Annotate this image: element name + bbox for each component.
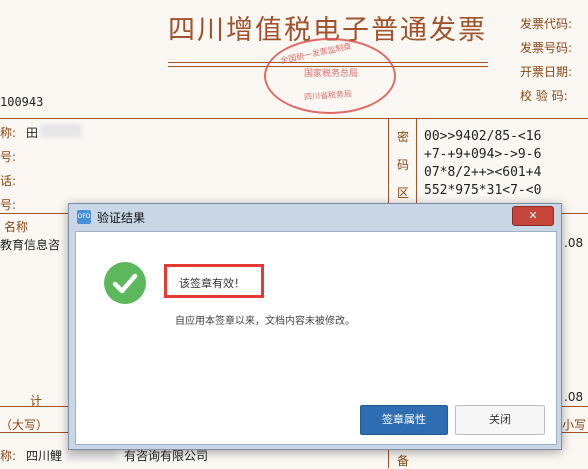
grid-top-line [0,118,588,119]
seller-name-label: 称: [0,449,17,463]
cipher-line-3: 07*8/2++><601+4 [424,165,542,180]
amount-small-label: 小写 [562,418,587,432]
seal-top-text: 全国统一发票监制章 [279,41,353,66]
remarks-label: 备 [397,454,410,468]
cipher-line-4: 552*975*31<7-<0 [424,183,542,198]
cipher-line-1: 00>>9402/85-<16 [424,129,542,144]
ofd-app-icon: OFD [77,210,91,224]
redacted-buyer-name [40,124,82,138]
amount-in-words-label: （大写） [0,418,49,432]
buyer-account-label: 号: [0,198,17,212]
cipher-label-2: 码 [397,158,410,172]
dialog-titlebar[interactable]: OFD 验证结果 ✕ [69,204,561,230]
close-button[interactable]: 关闭 [455,405,545,435]
buyer-name-label: 称: [0,126,17,140]
tax-seal: 全国统一发票监制章 国家税务总局 四川省税务局 [264,38,396,114]
total-label: 计 [30,394,43,408]
success-check-icon [104,262,146,304]
signature-properties-button[interactable]: 签章属性 [360,405,448,435]
seal-bottom-text: 四川省税务局 [303,89,353,102]
item-name-header: 名称 [4,220,29,234]
grid-divider-cipher [416,118,417,213]
buyer-phone-label: 话: [0,174,17,188]
dialog-title: 验证结果 [97,211,146,225]
meta-check-code-label: 校 验 码: [520,89,568,103]
seller-name-part-a: 四川鲤 [26,449,63,463]
item-amount-partial: .08 [564,236,584,250]
close-icon[interactable]: ✕ [512,206,554,226]
cipher-line-2: +7-+9+094>->9-6 [424,147,542,162]
seal-mid-text: 国家税务总局 [304,69,359,79]
cipher-label-3: 区 [397,186,410,200]
machine-number: 100943 [0,95,44,109]
cipher-label-1: 密 [397,130,410,144]
item-name-value: 教育信息咨 [0,238,61,252]
buyer-name-value: 田 [26,126,39,140]
total-amount-partial: .08 [564,390,584,404]
meta-invoice-number-label: 发票号码: [520,41,573,55]
meta-invoice-code-label: 发票代码: [520,17,573,31]
signature-detail-message: 自应用本签章以来，文档内容未被修改。 [175,316,355,327]
buyer-taxid-label: 号: [0,150,17,164]
grid-divider-buyer [388,118,389,213]
check-mark-svg [112,273,138,294]
verification-dialog: OFD 验证结果 ✕ 该签章有效！ 自应用本签章以来，文档内容未被修改。 签章属… [68,203,562,450]
dialog-content: 该签章有效！ 自应用本签章以来，文档内容未被修改。 签章属性 关闭 [75,231,557,445]
meta-issue-date-label: 开票日期: [520,65,573,79]
signature-valid-message: 该签章有效！ [179,277,245,290]
